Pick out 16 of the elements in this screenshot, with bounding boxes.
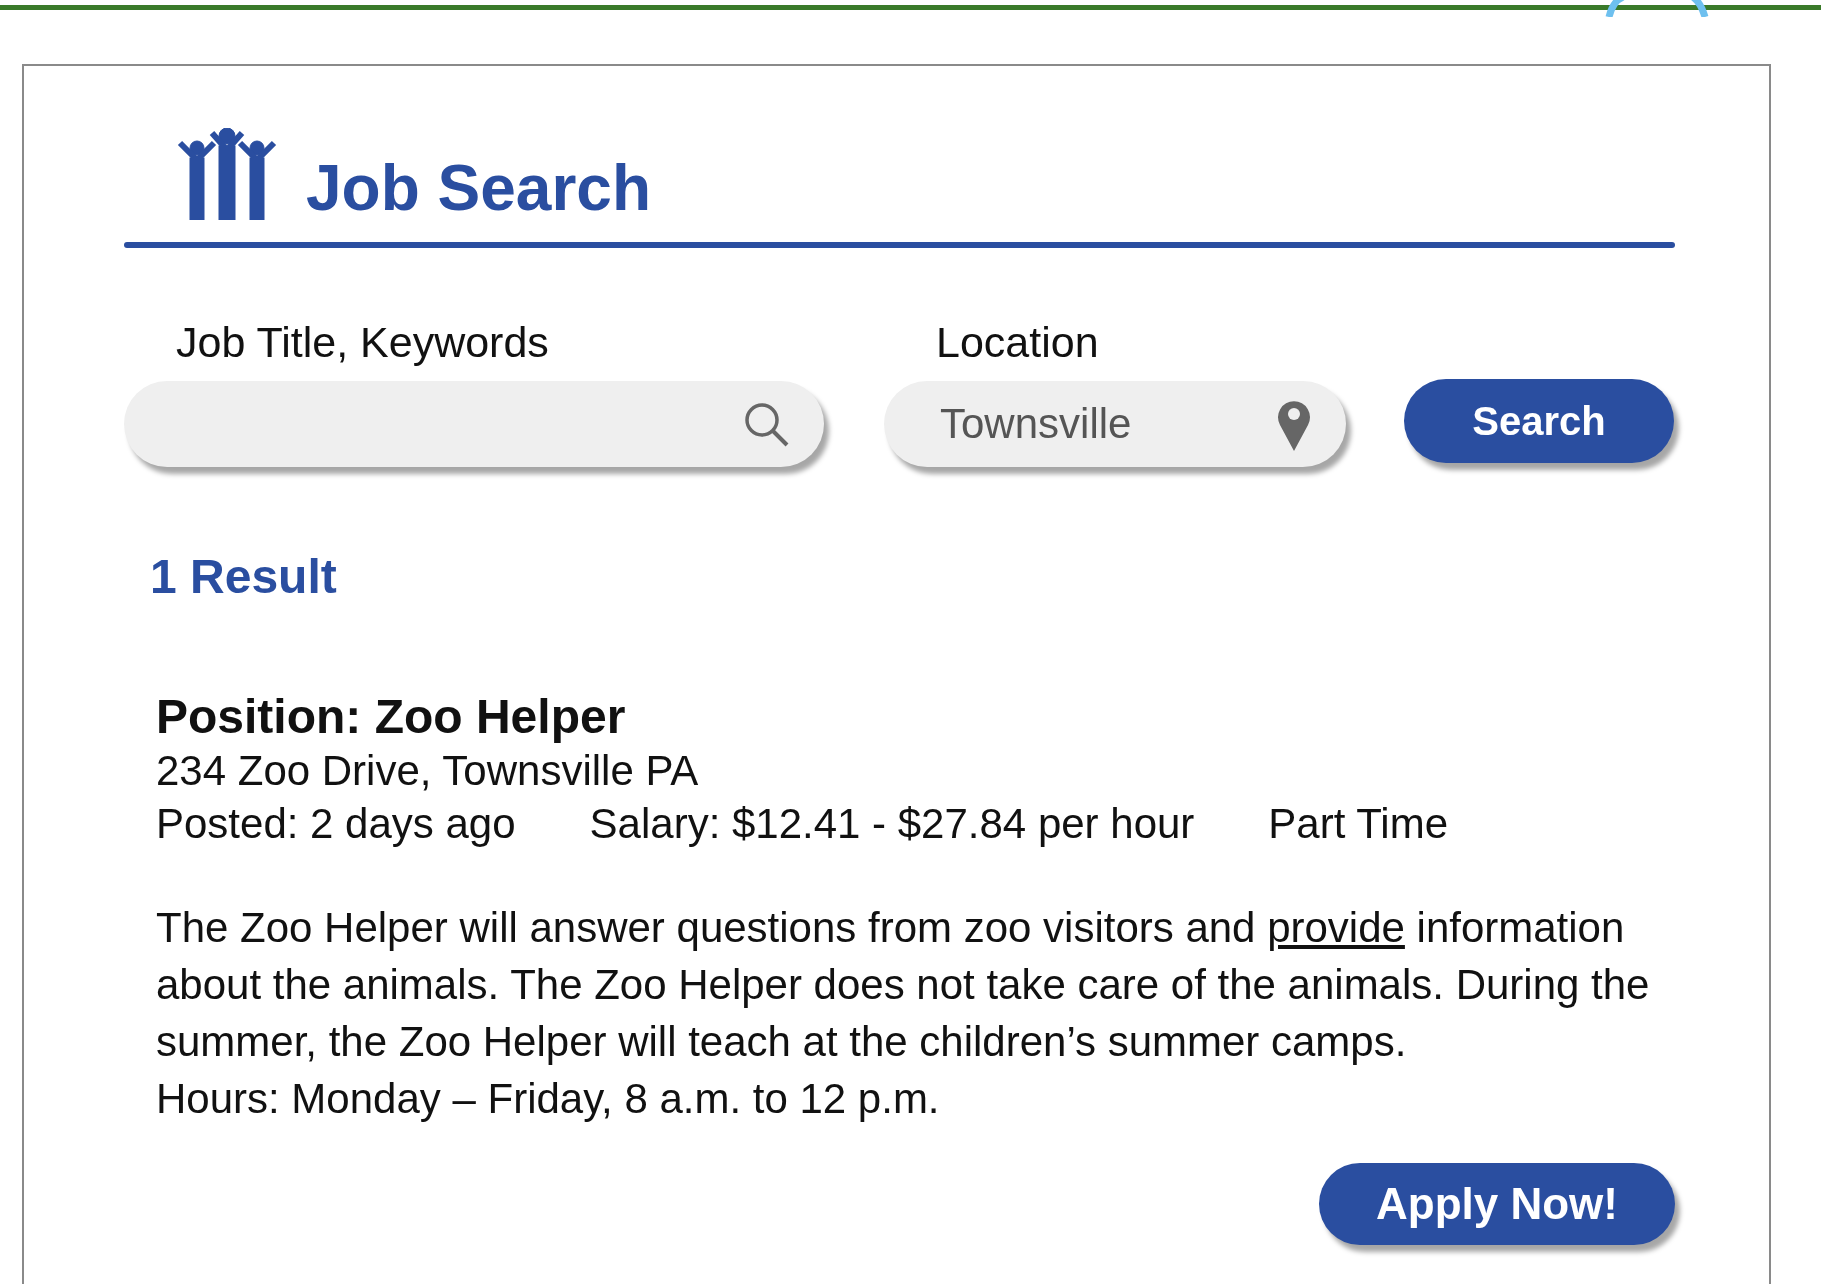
result-count: 1 Result (150, 548, 338, 605)
page-title: Job Search (306, 156, 652, 220)
provide-link[interactable]: provide (1267, 904, 1405, 952)
job-address: 234 Zoo Drive, Townsville PA (156, 745, 700, 796)
job-detail: Part Time (1268, 799, 1449, 850)
job-description: The Zoo Helper will answer questions from zoo visitors and provide information about the animals. The Zoo Helper does not take care of the animals. During the summer, the Zoo Helper will teach at the children’s summer camps. (156, 903, 1651, 1068)
apply-button[interactable]: Apply Now! (1319, 1163, 1675, 1246)
job-detail: Salary: $12.41 - $27.84 per hour (589, 799, 1195, 850)
keywords-field[interactable] (124, 380, 824, 467)
search-button[interactable]: Search (1404, 378, 1674, 463)
field-label: Job Title, Keywords (176, 317, 550, 368)
job-hours: Hours: Monday – Friday, 8 a.m. to 12 p.m. (156, 1074, 941, 1125)
location-field[interactable]: Townsville (884, 380, 1346, 467)
job-title: Position: Zoo Helper (156, 688, 627, 744)
field-label: Location (936, 317, 1100, 368)
job-detail: Posted: 2 days ago (156, 799, 516, 850)
